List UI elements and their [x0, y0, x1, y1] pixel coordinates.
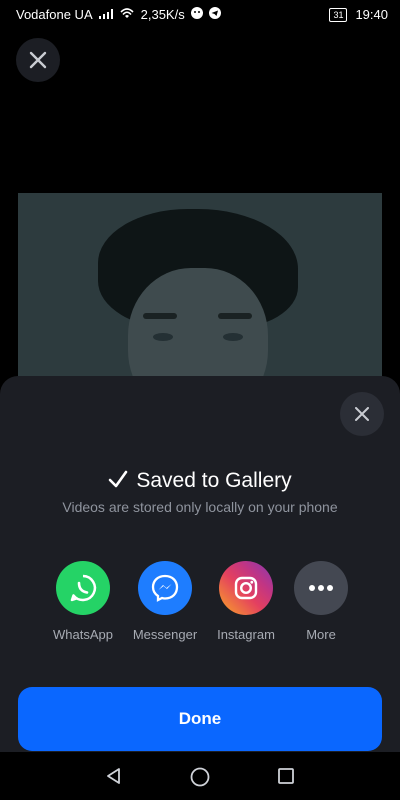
- close-icon: [29, 51, 47, 69]
- clock: 19:40: [355, 7, 388, 22]
- more-icon: [294, 561, 348, 615]
- status-left: Vodafone UA 2,35K/s: [16, 7, 227, 22]
- home-circle-icon: [190, 767, 210, 787]
- sheet-title: Saved to Gallery: [0, 468, 400, 494]
- back-triangle-icon: [107, 768, 120, 784]
- home-button[interactable]: [189, 766, 211, 793]
- whatsapp-icon: [56, 561, 110, 615]
- share-more-label: More: [306, 627, 336, 642]
- share-more[interactable]: More: [281, 561, 361, 642]
- video-preview: [18, 193, 382, 393]
- share-messenger-label: Messenger: [132, 627, 198, 642]
- share-whatsapp-label: WhatsApp: [53, 627, 113, 642]
- status-bar: Vodafone UA 2,35K/s 31 19:40: [0, 0, 400, 30]
- preview-face-shape: [128, 268, 268, 393]
- recents-square-icon: [278, 768, 294, 784]
- share-instagram[interactable]: Instagram: [206, 561, 286, 642]
- status-right: 31 19:40: [329, 7, 388, 22]
- close-icon: [355, 407, 369, 421]
- system-nav-bar: [0, 752, 400, 800]
- sheet-subtitle: Videos are stored only locally on your p…: [62, 499, 338, 515]
- back-button[interactable]: [104, 766, 124, 791]
- share-whatsapp[interactable]: WhatsApp: [43, 561, 123, 642]
- carrier-name: Vodafone UA: [16, 7, 93, 22]
- battery-indicator: 31: [329, 7, 348, 22]
- preview-eye-left: [153, 333, 173, 341]
- preview-brow-right: [218, 313, 252, 319]
- share-options: WhatsApp Messenger Instagram More: [0, 561, 400, 651]
- share-instagram-label: Instagram: [217, 627, 275, 642]
- preview-brow-left: [143, 313, 177, 319]
- messenger-icon: [138, 561, 192, 615]
- sheet-close-button[interactable]: [340, 392, 384, 436]
- save-result-sheet: Saved to Gallery Videos are stored only …: [0, 376, 400, 752]
- close-button[interactable]: [16, 38, 60, 82]
- wifi-icon: [119, 7, 135, 22]
- done-button[interactable]: Done: [18, 687, 382, 751]
- signal-icon: [98, 7, 113, 22]
- network-speed: 2,35K/s: [140, 7, 185, 22]
- preview-eye-right: [223, 333, 243, 341]
- share-messenger[interactable]: Messenger: [125, 561, 205, 642]
- recents-button[interactable]: [276, 766, 296, 791]
- telegram-icon: [208, 7, 221, 22]
- instagram-icon: [219, 561, 273, 615]
- checkmark-icon: [108, 468, 128, 494]
- sheet-title-text: Saved to Gallery: [136, 469, 292, 492]
- app-notification-icon: [190, 7, 203, 22]
